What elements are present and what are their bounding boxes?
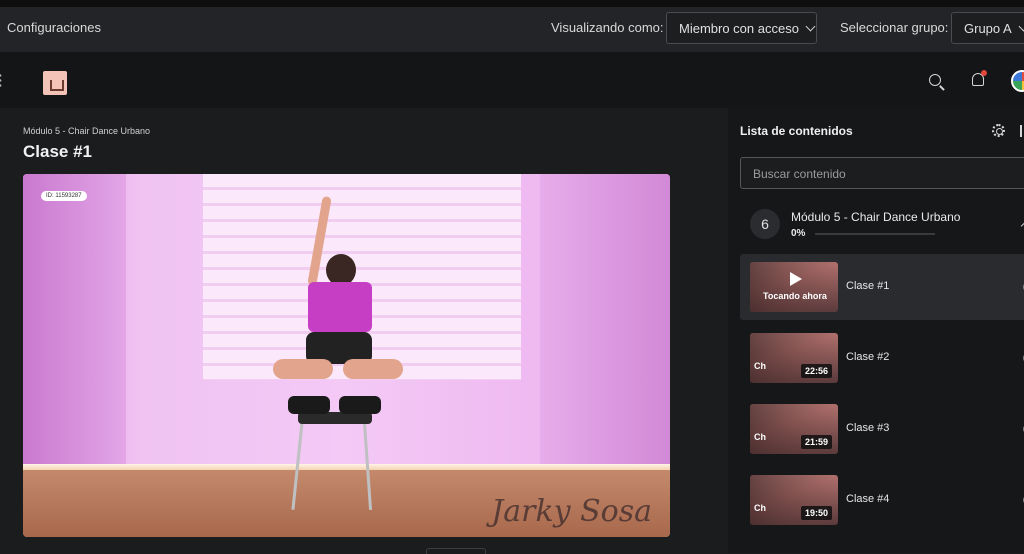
viewing-as-value: Miembro con acceso — [679, 21, 799, 36]
lesson-title: Clase #2 — [846, 351, 890, 363]
group-dropdown[interactable]: Grupo A — [951, 12, 1024, 44]
menu-icon[interactable] — [0, 73, 2, 87]
video-frame-left-wall — [23, 174, 126, 470]
group-value: Grupo A — [964, 21, 1012, 36]
duration-badge: 22:56 — [800, 364, 832, 378]
module-title: Módulo 5 - Chair Dance Urbano — [791, 210, 961, 224]
search-input[interactable]: Buscar contenido — [740, 157, 1024, 189]
now-playing-label: Tocando ahora — [763, 291, 827, 301]
dancer-top — [308, 282, 372, 332]
duration-badge: 19:50 — [800, 506, 832, 520]
dancer-boot — [288, 396, 330, 414]
module-progress-bar — [815, 233, 935, 235]
signature-watermark: Jarky Sosa — [491, 494, 652, 529]
lesson-item[interactable]: Ch 21:59 Clase #3 — [740, 396, 1024, 462]
thumbnail-shade — [750, 262, 838, 312]
bottom-tab[interactable] — [426, 548, 486, 554]
video-player[interactable]: ID: 11593287 Jarky Sosa — [23, 174, 670, 537]
content-list-title: Lista de contenidos — [740, 124, 853, 138]
settings-title[interactable]: Configuraciones — [7, 20, 101, 35]
dancer-leg — [343, 359, 403, 379]
module-progress-text: 0% — [791, 228, 806, 239]
lesson-item[interactable]: Ch 22:56 Clase #2 — [740, 325, 1024, 391]
dancer-leg — [273, 359, 333, 379]
thumbnail-text: Ch — [754, 503, 766, 513]
duration-badge: 21:59 — [800, 435, 832, 449]
chevron-down-icon — [805, 21, 816, 32]
viewing-as-label: Visualizando como: — [551, 20, 664, 35]
main-navbar — [0, 52, 1024, 108]
bell-icon[interactable] — [972, 70, 987, 86]
settings-bar: Configuraciones Visualizando como: Miemb… — [0, 0, 1024, 52]
lesson-thumbnail: Tocando ahora — [750, 262, 838, 312]
lesson-thumbnail: Ch 22:56 — [750, 333, 838, 383]
lesson-thumbnail: Ch 19:50 — [750, 475, 838, 525]
module-number: 6 — [750, 209, 780, 239]
page-title: Clase #1 — [23, 142, 92, 161]
lesson-title: Clase #1 — [846, 280, 890, 292]
brand-logo[interactable] — [43, 71, 67, 95]
chevron-down-icon — [1018, 21, 1024, 32]
content-list-sidebar: Lista de contenidos Buscar contenido 6 M… — [728, 108, 1024, 553]
search-icon[interactable] — [929, 74, 941, 86]
breadcrumb[interactable]: Módulo 5 - Chair Dance Urbano — [23, 126, 150, 136]
video-frame-right-wall — [540, 174, 670, 470]
lesson-item[interactable]: Ch 19:50 Clase #4 — [740, 467, 1024, 533]
thumbnail-text: Ch — [754, 361, 766, 371]
avatar[interactable] — [1011, 70, 1024, 92]
viewing-as-dropdown[interactable]: Miembro con acceso — [666, 12, 817, 44]
lesson-content: Módulo 5 - Chair Dance Urbano Clase #1 I… — [0, 108, 728, 554]
lesson-title: Clase #4 — [846, 493, 890, 505]
play-icon — [790, 272, 802, 286]
collapse-icon[interactable] — [1020, 125, 1022, 137]
gear-icon[interactable] — [992, 124, 1005, 137]
video-id-badge: ID: 11593287 — [41, 191, 87, 201]
dancer-boot — [339, 396, 381, 414]
lesson-title: Clase #3 — [846, 422, 890, 434]
group-select-label: Seleccionar grupo: — [840, 20, 949, 35]
lesson-thumbnail: Ch 21:59 — [750, 404, 838, 454]
lesson-item[interactable]: Tocando ahora Clase #1 — [740, 254, 1024, 320]
thumbnail-text: Ch — [754, 432, 766, 442]
